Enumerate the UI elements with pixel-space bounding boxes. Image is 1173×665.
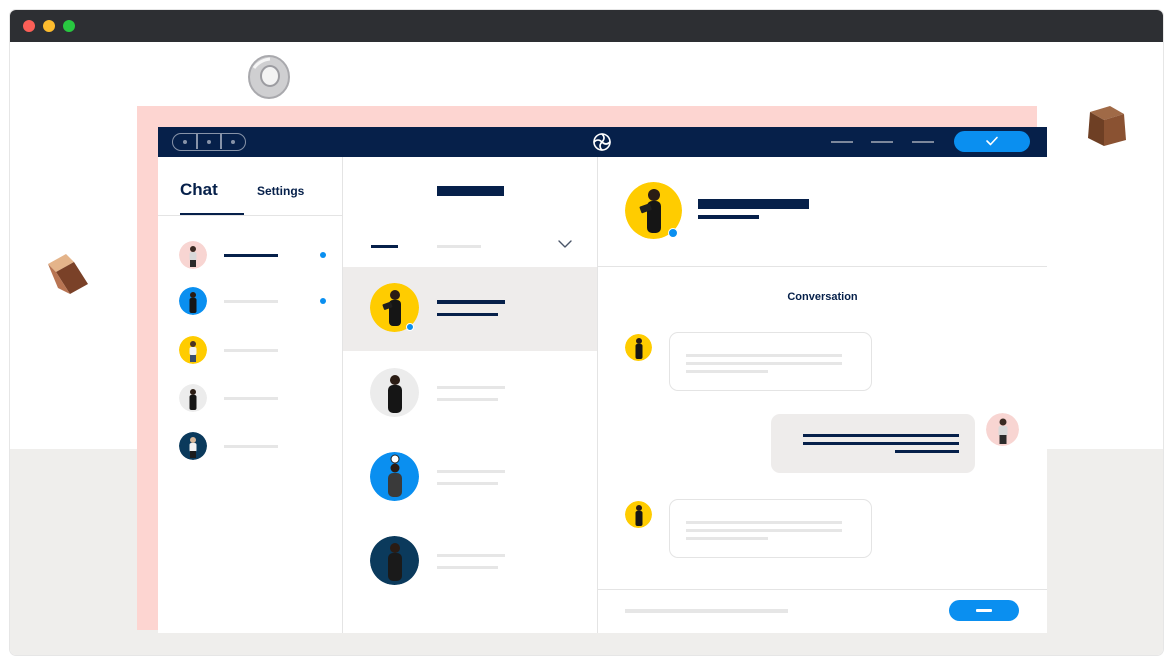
message-line xyxy=(803,442,959,445)
avatar xyxy=(179,384,207,412)
pager-divider xyxy=(196,134,198,149)
message-line xyxy=(686,521,842,524)
conversation-row[interactable] xyxy=(343,519,597,603)
send-button[interactable] xyxy=(949,600,1019,621)
contact-name xyxy=(224,397,278,400)
contact-name xyxy=(224,349,278,352)
avatar xyxy=(179,336,207,364)
pager-dot-3[interactable] xyxy=(231,140,235,144)
contact-name xyxy=(224,445,278,448)
contact-header-name xyxy=(698,199,809,209)
confirm-button[interactable] xyxy=(954,131,1030,152)
contact-header-status xyxy=(698,215,759,219)
header-menu-item-3[interactable] xyxy=(912,141,934,143)
filter-option[interactable] xyxy=(437,245,481,248)
conversation-name xyxy=(437,470,505,473)
avatar xyxy=(370,536,419,585)
list-heading xyxy=(437,186,504,196)
wood-cube-decoration-icon xyxy=(1088,106,1126,146)
contact-item[interactable] xyxy=(158,237,343,273)
chevron-down-icon[interactable] xyxy=(558,240,572,249)
conversation-panel: Conversation xyxy=(598,157,1047,633)
conversation-row[interactable] xyxy=(343,435,597,519)
message-line xyxy=(803,434,959,437)
incoming-message-bubble xyxy=(669,499,872,558)
avatar xyxy=(986,413,1019,446)
header-menu-item-1[interactable] xyxy=(831,141,853,143)
send-button-glyph xyxy=(976,609,992,612)
check-icon xyxy=(986,136,998,146)
message-line xyxy=(686,354,842,357)
profile-divider xyxy=(598,266,1047,267)
message-line xyxy=(895,450,959,453)
pager-dot-2[interactable] xyxy=(207,140,211,144)
window-titlebar xyxy=(10,10,1163,42)
avatar xyxy=(370,368,419,417)
incoming-message-bubble xyxy=(669,332,872,391)
contact-item[interactable] xyxy=(158,284,343,320)
pager-dot-1[interactable] xyxy=(183,140,187,144)
conversation-name xyxy=(437,554,505,557)
composer-divider xyxy=(598,589,1047,590)
tab-chat[interactable]: Chat xyxy=(180,180,218,200)
message-line xyxy=(686,537,768,540)
close-window-button[interactable] xyxy=(23,20,35,32)
pager-divider xyxy=(220,134,222,149)
conversation-title: Conversation xyxy=(787,291,858,303)
message-line xyxy=(686,529,842,532)
contact-item[interactable] xyxy=(158,332,343,368)
outgoing-message-bubble xyxy=(771,414,975,473)
message-line xyxy=(686,370,768,373)
conversation-name xyxy=(437,300,505,304)
online-status-indicator xyxy=(668,228,678,238)
browser-window: Chat Settings Conversation xyxy=(10,10,1163,655)
avatar xyxy=(625,501,652,528)
conversation-preview xyxy=(437,398,498,401)
contact-name xyxy=(224,300,278,303)
tabs-divider xyxy=(158,215,343,216)
conversation-preview xyxy=(437,313,498,316)
app-header xyxy=(158,127,1047,157)
avatar xyxy=(625,334,652,361)
contacts-panel: Chat Settings xyxy=(158,157,343,633)
copper-cube-decoration-icon xyxy=(48,254,88,294)
conversation-list-panel xyxy=(343,157,598,633)
chat-app-window: Chat Settings Conversation xyxy=(158,127,1047,633)
conversation-preview xyxy=(437,566,498,569)
contact-item[interactable] xyxy=(158,428,343,464)
avatar xyxy=(179,432,207,460)
conversation-preview xyxy=(437,482,498,485)
avatar xyxy=(179,241,207,269)
message-input[interactable] xyxy=(625,609,788,613)
unread-indicator xyxy=(320,298,326,304)
conversation-row-active[interactable] xyxy=(343,267,597,351)
filter-active[interactable] xyxy=(371,245,398,248)
pager-control[interactable] xyxy=(172,133,246,151)
conversation-name xyxy=(437,386,505,389)
sync-logo-icon xyxy=(593,133,611,151)
ring-decoration-icon xyxy=(248,55,290,99)
header-menu-item-2[interactable] xyxy=(871,141,893,143)
online-status-indicator xyxy=(406,323,414,331)
avatar xyxy=(179,287,207,315)
unread-indicator xyxy=(320,252,326,258)
message-line xyxy=(686,362,842,365)
tab-settings[interactable]: Settings xyxy=(257,184,304,198)
contact-name xyxy=(224,254,278,257)
avatar xyxy=(370,452,419,501)
maximize-window-button[interactable] xyxy=(63,20,75,32)
conversation-row[interactable] xyxy=(343,351,597,435)
minimize-window-button[interactable] xyxy=(43,20,55,32)
contact-item[interactable] xyxy=(158,380,343,416)
